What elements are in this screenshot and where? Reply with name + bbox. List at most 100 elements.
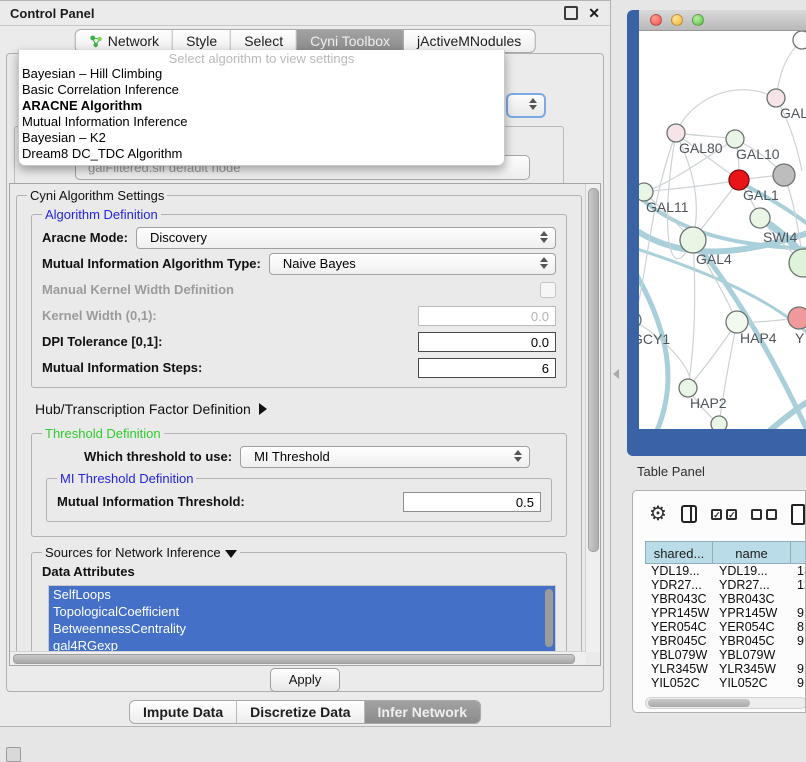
network-edge[interactable] xyxy=(676,90,776,133)
aracne-mode-combobox[interactable]: Discovery xyxy=(136,227,556,249)
network-node[interactable] xyxy=(773,164,795,186)
sources-legend[interactable]: Sources for Network Inference xyxy=(42,545,240,560)
manual-kernel-label: Manual Kernel Width Definition xyxy=(42,282,234,297)
table-horizontal-scrollbar[interactable] xyxy=(645,697,806,709)
algorithm-option[interactable]: Bayesian – Hill Climbing xyxy=(19,66,504,82)
gear-icon[interactable]: ⚙ xyxy=(649,504,667,524)
combo-stepper-icon xyxy=(529,98,537,110)
select-all-icon[interactable]: ✓✓ xyxy=(711,509,737,520)
list-scrollbar[interactable] xyxy=(545,589,553,647)
node-label: GAL80 xyxy=(679,140,723,156)
table-row[interactable]: YPR145WYPR145W9. xyxy=(645,606,806,620)
close-traffic-light-icon[interactable] xyxy=(650,14,662,26)
algorithm-dropdown-popup: Select algorithm to view settings Bayesi… xyxy=(18,50,505,166)
table-row[interactable]: YDL19...YDL19...13 xyxy=(645,564,806,578)
table-cell xyxy=(791,648,806,662)
network-node-gal4[interactable] xyxy=(680,227,706,253)
node-label: Y xyxy=(795,330,805,346)
table-cell: YBL079W xyxy=(713,648,791,662)
tab-style[interactable]: Style xyxy=(173,30,231,52)
window-grip-icon[interactable] xyxy=(6,747,21,762)
tab-infer-network[interactable]: Infer Network xyxy=(365,701,480,723)
mi-type-combobox[interactable]: Naive Bayes xyxy=(269,253,556,275)
tab-discretize-data[interactable]: Discretize Data xyxy=(237,701,364,723)
document-icon[interactable] xyxy=(791,504,805,525)
node-label: HAP4 xyxy=(740,330,777,346)
table-row[interactable]: YBR043CYBR043C xyxy=(645,592,806,606)
scrollbar-thumb[interactable] xyxy=(648,699,750,707)
horizontal-scrollbar[interactable] xyxy=(10,651,586,665)
attribute-item[interactable]: SelfLoops xyxy=(49,586,555,603)
table-cell xyxy=(791,592,806,606)
table-cell: YIL052C xyxy=(645,676,713,690)
network-edge[interactable] xyxy=(639,265,668,429)
network-edge[interactable] xyxy=(688,322,737,388)
scrollbar-thumb[interactable] xyxy=(588,188,599,552)
collapsed-arrow-icon xyxy=(259,403,267,415)
algorithm-option[interactable]: ARACNE Algorithm xyxy=(19,98,504,114)
attribute-item[interactable]: gal4RGexp xyxy=(49,637,555,651)
data-attributes-list[interactable]: SelfLoopsTopologicalCoefficientBetweenne… xyxy=(48,585,556,651)
algorithm-option[interactable]: Bayesian – K2 xyxy=(19,130,504,146)
tab-select[interactable]: Select xyxy=(231,30,297,52)
kernel-width-label: Kernel Width (0,1): xyxy=(42,308,157,323)
table-row[interactable]: YIL052CYIL052C9 xyxy=(645,676,806,690)
network-canvas[interactable]: GALGAL80GAL10GAL1GAL11SWI4GAL4GCY1YHAP4H… xyxy=(639,31,806,429)
table-cell: YLR345W xyxy=(645,662,713,676)
mi-steps-input[interactable]: 6 xyxy=(418,358,556,378)
apply-button[interactable]: Apply xyxy=(270,668,340,692)
mi-threshold-input[interactable]: 0.5 xyxy=(403,492,541,512)
minimize-traffic-light-icon[interactable] xyxy=(671,14,683,26)
table-row[interactable]: YLR345WYLR345W9. xyxy=(645,662,806,676)
algorithm-option[interactable]: Basic Correlation Inference xyxy=(19,82,504,98)
column-header[interactable]: shared... xyxy=(645,541,713,564)
close-icon[interactable]: ✕ xyxy=(588,8,600,18)
network-icon xyxy=(89,34,103,48)
zoom-traffic-light-icon[interactable] xyxy=(692,14,704,26)
table-row[interactable]: YBR045CYBR045C9. xyxy=(645,634,806,648)
table-row[interactable]: YDR27...YDR27...12 xyxy=(645,578,806,592)
which-threshold-combobox[interactable]: MI Threshold xyxy=(240,446,530,468)
network-window-titlebar[interactable] xyxy=(639,10,806,31)
table-cell: YPR145W xyxy=(645,606,713,620)
deselect-all-icon[interactable] xyxy=(751,509,777,520)
manual-kernel-checkbox[interactable] xyxy=(540,282,556,298)
tab-cyni-toolbox[interactable]: Cyni Toolbox xyxy=(297,30,404,52)
algorithm-option[interactable]: Dream8 DC_TDC Algorithm xyxy=(19,146,504,162)
panel-splitter-arrow[interactable] xyxy=(613,369,619,379)
panel-title: Control Panel xyxy=(0,6,564,21)
tab-network[interactable]: Network xyxy=(76,30,173,52)
expanded-arrow-icon xyxy=(225,550,237,558)
hub-definition-toggle[interactable]: Hub/Transcription Factor Definition xyxy=(35,396,571,422)
network-node[interactable] xyxy=(711,416,727,429)
kernel-width-input[interactable]: 0.0 xyxy=(418,306,556,326)
split-columns-icon[interactable] xyxy=(681,505,697,523)
dpi-tolerance-input[interactable]: 0.0 xyxy=(418,332,556,352)
table-cell: YLR345W xyxy=(713,662,791,676)
node-label: HAP2 xyxy=(690,395,727,411)
attribute-item[interactable]: TopologicalCoefficient xyxy=(49,603,555,620)
sources-group: Sources for Network Inference Data Attri… xyxy=(31,545,567,651)
cyni-mode-tabbar: Impute DataDiscretize DataInfer Network xyxy=(129,700,481,724)
tab-impute-data[interactable]: Impute Data xyxy=(130,701,237,723)
attribute-item[interactable]: BetweennessCentrality xyxy=(49,620,555,637)
network-node-y[interactable] xyxy=(788,307,806,329)
tab-jactivemnodules[interactable]: jActiveMNodules xyxy=(404,30,534,52)
algorithm-combobox-end[interactable] xyxy=(506,93,546,118)
network-node[interactable] xyxy=(789,249,806,277)
table-row[interactable]: YBL079WYBL079W xyxy=(645,648,806,662)
combo-stepper-icon xyxy=(540,231,548,243)
column-header[interactable]: name xyxy=(713,541,791,564)
column-header[interactable]: A xyxy=(791,541,806,564)
network-edge[interactable] xyxy=(688,240,695,388)
network-node-swi4[interactable] xyxy=(750,208,770,228)
float-window-icon[interactable] xyxy=(564,6,578,20)
scrollbar-thumb[interactable] xyxy=(13,654,575,664)
vertical-scrollbar[interactable] xyxy=(585,184,600,652)
table-row[interactable]: YER054CYER054C8. xyxy=(645,620,806,634)
algorithm-option[interactable]: Mutual Information Inference xyxy=(19,114,504,130)
threshold-definition-legend: Threshold Definition xyxy=(42,426,164,441)
aracne-mode-label: Aracne Mode: xyxy=(42,230,128,245)
network-node-gcy1[interactable] xyxy=(639,312,641,328)
network-node[interactable] xyxy=(793,31,806,49)
